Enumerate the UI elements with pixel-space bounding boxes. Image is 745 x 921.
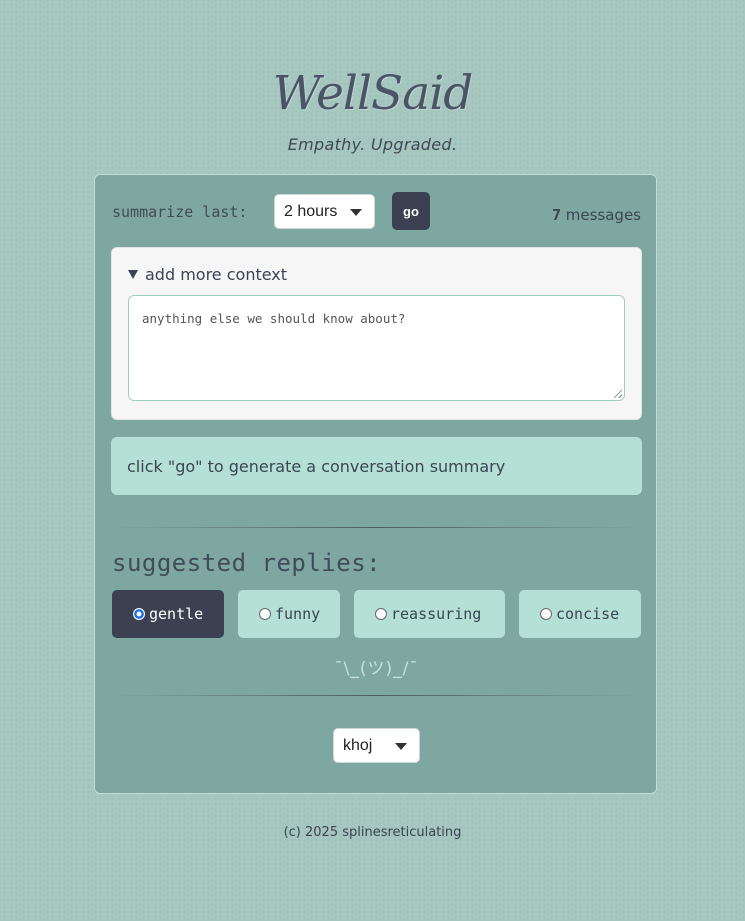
app-logo: WellSaid [272,66,474,121]
radio-icon [259,608,271,620]
model-select[interactable]: khoj [333,728,420,763]
tone-label: reassuring [391,605,482,623]
chevron-down-icon [395,742,407,750]
tone-label: funny [275,605,321,623]
radio-icon [540,608,552,620]
model-value: khoj [343,736,373,754]
disclosure-triangle-icon [128,270,138,279]
context-textarea[interactable]: anything else we should know about? [128,295,625,401]
context-placeholder: anything else we should know about? [142,311,406,326]
radio-icon [375,608,387,620]
tone-label: concise [556,605,620,623]
context-toggle-label: add more context [145,265,288,284]
tone-option-concise[interactable]: concise [519,590,641,638]
radio-selected-icon [133,608,145,620]
empty-replies-shrug: ¯\_(ツ)_/¯ [334,659,419,679]
tone-option-gentle[interactable]: gentle [112,590,224,638]
chevron-down-icon [350,208,362,216]
main-card: summarize last: 2 hours go 7 messages ad… [94,174,657,794]
message-count: 7 messages [552,206,641,224]
suggested-replies-heading: suggested replies: [112,549,382,577]
tagline: Empathy. Upgraded. [287,135,458,154]
summary-status: click "go" to generate a conversation su… [111,437,642,495]
time-range-value: 2 hours [284,202,338,220]
footer-copyright: (c) 2025 splinesreticulating [283,825,462,840]
go-button[interactable]: go [392,192,430,230]
resize-grip-icon[interactable] [614,390,622,398]
divider [111,695,642,696]
message-count-number: 7 [551,206,561,224]
context-panel: add more context anything else we should… [111,247,642,420]
tone-option-reassuring[interactable]: reassuring [354,590,505,638]
divider [111,527,642,528]
context-toggle[interactable]: add more context [128,265,287,284]
summary-status-text: click "go" to generate a conversation su… [127,456,506,476]
tone-option-funny[interactable]: funny [238,590,340,638]
tone-label: gentle [149,605,204,623]
message-count-suffix: messages [565,206,641,224]
summarize-label: summarize last: [112,203,248,221]
time-range-select[interactable]: 2 hours [274,194,375,229]
